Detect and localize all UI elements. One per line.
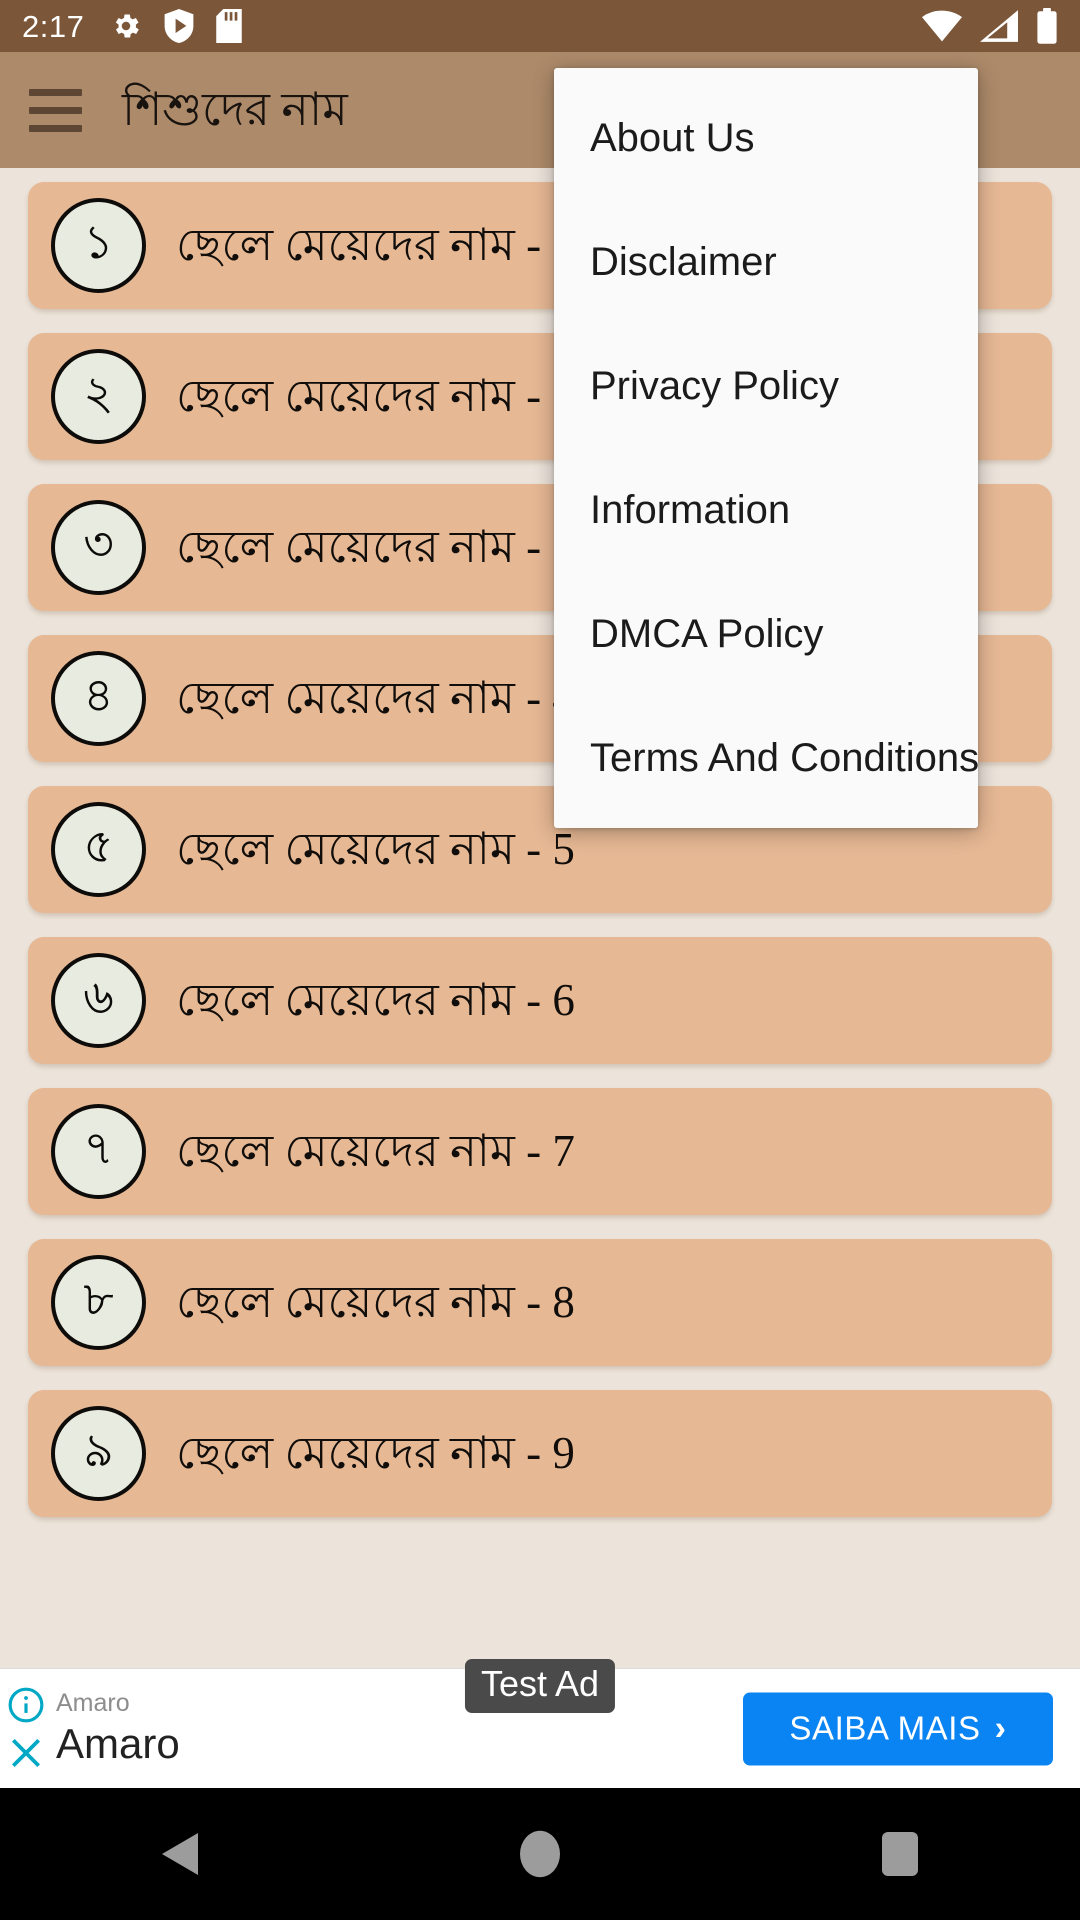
menu-item-label: Privacy Policy [590, 363, 839, 408]
app-screen: 2:17 শিশুদের নাম ১ ছেলে মেয়েদের নাম - 1… [0, 0, 1080, 1920]
hamburger-menu-icon[interactable] [0, 52, 110, 168]
item-number: ১ [83, 217, 114, 269]
item-number-badge: ১ [51, 198, 146, 293]
list-item-label: ছেলে মেয়েদের নাম - 3 [176, 521, 575, 572]
list-item[interactable]: ৭ ছেলে মেয়েদের নাম - 7 [28, 1088, 1052, 1215]
item-number: ২ [83, 368, 114, 420]
list-item-label: ছেলে মেয়েদের নাম - 5 [176, 823, 575, 874]
menu-item-information[interactable]: Information [554, 448, 978, 572]
status-bar-left-icons [110, 9, 243, 43]
recents-square-icon [882, 1832, 918, 1876]
ad-banner[interactable]: Amaro Amaro Test Ad SAIBA MAIS › [0, 1659, 1080, 1789]
menu-item-privacy-policy[interactable]: Privacy Policy [554, 324, 978, 448]
menu-item-label: Information [590, 487, 791, 532]
home-button[interactable] [450, 1788, 630, 1920]
ad-headline: Amaro [56, 1719, 180, 1767]
battery-icon [1037, 8, 1057, 44]
sd-card-icon [216, 9, 243, 43]
menu-item-dmca-policy[interactable]: DMCA Policy [554, 572, 978, 696]
list-item-label: ছেলে মেয়েদের নাম - 6 [176, 974, 575, 1025]
item-number-badge: ৪ [51, 651, 146, 746]
item-number-badge: ৭ [51, 1104, 146, 1199]
ad-cta-label: SAIBA MAIS [789, 1709, 981, 1747]
item-number: ৭ [83, 1123, 114, 1175]
ad-advertiser-name: Amaro [56, 1688, 130, 1717]
item-number-badge: ৩ [51, 500, 146, 595]
list-item-label: ছেলে মেয়েদের নাম - 1 [176, 219, 575, 270]
ad-side-icons [2, 1669, 50, 1789]
menu-item-disclaimer[interactable]: Disclaimer [554, 200, 978, 324]
list-item[interactable]: ৮ ছেলে মেয়েদের নাম - 8 [28, 1239, 1052, 1366]
list-item-label: ছেলে মেয়েদের নাম - 7 [176, 1125, 575, 1176]
list-item-label: ছেলে মেয়েদের নাম - 4 [176, 672, 575, 723]
page-title: শিশুদের নাম [122, 83, 348, 135]
overflow-menu: About Us Disclaimer Privacy Policy Infor… [554, 68, 980, 828]
back-button[interactable] [90, 1788, 270, 1920]
test-ad-badge: Test Ad [464, 1659, 616, 1713]
item-number-badge: ৬ [51, 953, 146, 1048]
menu-item-label: DMCA Policy [590, 611, 824, 656]
item-number-badge: ৫ [51, 802, 146, 897]
menu-bar-3 [28, 124, 82, 132]
status-bar: 2:17 [0, 0, 1080, 52]
list-item-label: ছেলে মেয়েদের নাম - 8 [176, 1276, 575, 1327]
home-circle-icon [520, 1830, 560, 1878]
chevron-right-icon: › [994, 1709, 1007, 1747]
back-triangle-icon [162, 1833, 198, 1875]
item-number-badge: ২ [51, 349, 146, 444]
item-number: ৬ [83, 972, 114, 1024]
menu-bar-1 [28, 88, 82, 96]
cellular-signal-icon [980, 10, 1018, 42]
item-number: ৪ [83, 670, 114, 722]
status-time: 2:17 [22, 8, 85, 44]
shield-play-icon [164, 9, 194, 43]
menu-item-label: About Us [590, 115, 755, 160]
android-navigation-bar [0, 1788, 1080, 1920]
item-number: ৯ [83, 1425, 114, 1477]
gear-icon [116, 14, 140, 38]
list-item-label: ছেলে মেয়েদের নাম - 9 [176, 1427, 575, 1478]
list-item-label: ছেলে মেয়েদের নাম - 2 [176, 370, 575, 421]
ad-close-icon[interactable] [7, 1734, 45, 1772]
list-item[interactable]: ৬ ছেলে মেয়েদের নাম - 6 [28, 937, 1052, 1064]
list-item[interactable]: ৯ ছেলে মেয়েদের নাম - 9 [28, 1390, 1052, 1517]
menu-item-label: Terms And Conditions [590, 735, 980, 780]
menu-item-terms-and-conditions[interactable]: Terms And Conditions [554, 696, 980, 820]
wifi-icon [922, 10, 962, 42]
status-bar-right-icons [922, 8, 1058, 44]
menu-item-label: Disclaimer [590, 239, 777, 284]
ad-cta-button[interactable]: SAIBA MAIS › [743, 1692, 1053, 1765]
item-number-badge: ৯ [51, 1406, 146, 1501]
ad-info-icon[interactable] [7, 1686, 45, 1724]
item-number: ৮ [83, 1274, 114, 1326]
item-number: ৫ [83, 821, 114, 873]
recents-button[interactable] [810, 1788, 990, 1920]
item-number-badge: ৮ [51, 1255, 146, 1350]
menu-bar-2 [28, 106, 82, 114]
item-number: ৩ [83, 519, 114, 571]
ad-text-block: Amaro Amaro [56, 1689, 180, 1768]
menu-item-about-us[interactable]: About Us [554, 76, 978, 200]
